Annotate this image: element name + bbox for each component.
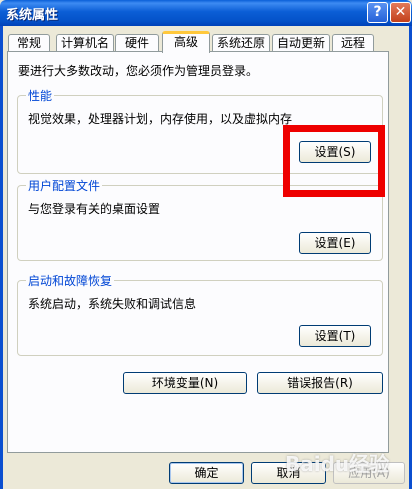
error-reporting-button[interactable]: 错误报告(R) [257,372,383,394]
window-frame-left [0,26,3,489]
tab-general[interactable]: 常规 [8,34,50,52]
performance-settings-button[interactable]: 设置(S) [299,141,371,163]
tab-hardware[interactable]: 硬件 [115,34,159,52]
group-title: 性能 [26,87,55,104]
group-description: 视觉效果，处理器计划，内存使用，以及虚拟内存 [28,112,293,126]
group-description: 与您登录有关的桌面设置 [28,202,161,216]
tab-remote[interactable]: 远程 [332,34,374,52]
profile-settings-button[interactable]: 设置(E) [299,232,371,254]
admin-notice: 要进行大多数改动，您必须作为管理员登录。 [18,64,259,78]
group-title: 用户配置文件 [26,177,103,194]
ok-button[interactable]: 确定 [169,462,244,484]
environment-variables-button[interactable]: 环境变量(N) [123,372,247,394]
help-button[interactable]: ? [367,2,388,23]
tab-advanced[interactable]: 高级 [162,31,210,53]
window-title: 系统属性 [6,8,59,23]
group-title: 启动和故障恢复 [26,272,115,289]
watermark-logo: Baidu经验 [285,452,390,476]
group-description: 系统启动，系统失败和调试信息 [28,297,197,311]
close-button[interactable]: ✕ [390,2,411,23]
tab-computer-name[interactable]: 计算机名 [56,34,114,52]
tab-system-restore[interactable]: 系统还原 [212,34,270,52]
tab-auto-update[interactable]: 自动更新 [272,34,330,52]
title-bar: 系统属性 ? ✕ [0,0,412,26]
startup-settings-button[interactable]: 设置(T) [299,325,371,347]
